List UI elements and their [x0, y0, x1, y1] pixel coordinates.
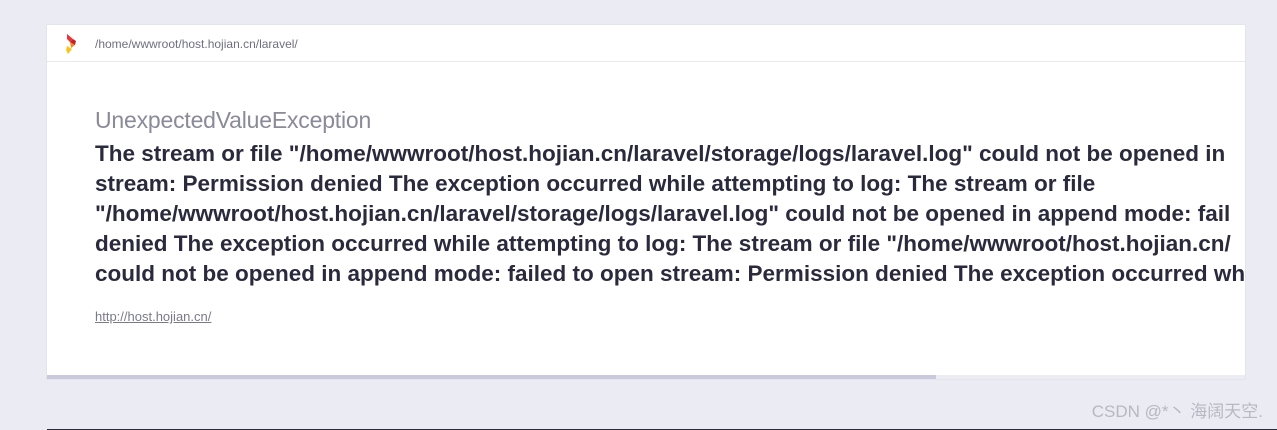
scrollbar-thumb[interactable]: [47, 375, 936, 379]
header-bar: /home/wwwroot/host.hojian.cn/laravel/: [47, 25, 1245, 62]
horizontal-scrollbar[interactable]: [47, 375, 1245, 379]
exception-message-line: denied The exception occurred while atte…: [95, 231, 1231, 256]
exception-message-line: stream: Permission denied The exception …: [95, 171, 1096, 196]
app-path: /home/wwwroot/host.hojian.cn/laravel/: [95, 37, 298, 51]
request-url-link[interactable]: http://host.hojian.cn/: [95, 309, 211, 324]
exception-message-line: "/home/wwwroot/host.hojian.cn/laravel/st…: [95, 201, 1231, 226]
exception-message-line: The stream or file "/home/wwwroot/host.h…: [95, 141, 1226, 166]
exception-message: The stream or file "/home/wwwroot/host.h…: [95, 139, 1245, 289]
laravel-ignition-logo-icon: [64, 33, 78, 55]
error-card: /home/wwwroot/host.hojian.cn/laravel/ Un…: [47, 25, 1245, 379]
watermark: CSDN @*丶 海阔天空.: [1091, 402, 1263, 421]
exception-class: UnexpectedValueException: [95, 107, 372, 133]
exception-message-line: could not be opened in append mode: fail…: [95, 261, 1245, 286]
